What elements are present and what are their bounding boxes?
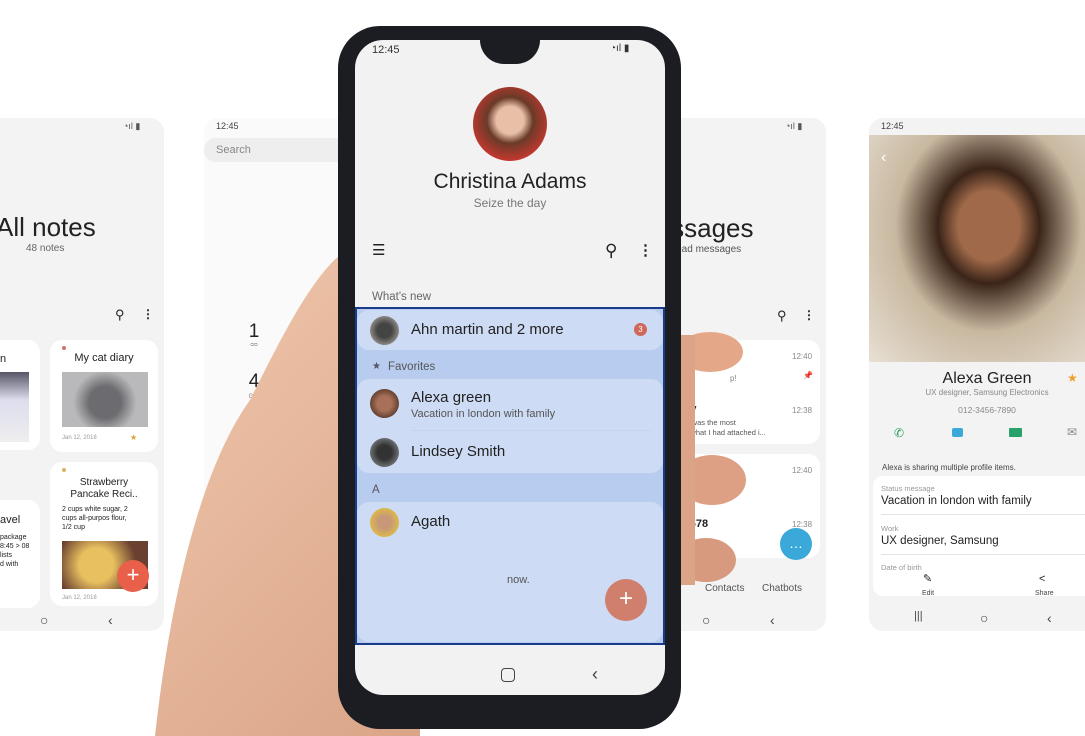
contact-name-lindsey-smith[interactable]: Lindsey Smith (411, 443, 505, 460)
more-icon[interactable]: ⋮ (638, 243, 653, 258)
status-icons: ◔ıl ▮ (610, 43, 630, 54)
contact-item-ahn-martin[interactable]: Ahn martin and 2 more 3 (357, 310, 663, 350)
unread-badge: 3 (634, 323, 647, 336)
avatar (370, 438, 399, 467)
back-button[interactable]: ‹ (592, 664, 598, 685)
contact-name-alexa-green[interactable]: Alexa green (411, 389, 491, 406)
profile-status: Seize the day (473, 196, 547, 210)
contact-status: Vacation in london with family (411, 408, 556, 420)
search-icon[interactable]: ⚲ (605, 242, 617, 259)
section-a: A (372, 484, 380, 496)
section-favorites: Favorites (388, 361, 436, 373)
divider (411, 430, 651, 431)
profile-name: Christina Adams (433, 170, 587, 193)
profile-avatar[interactable] (473, 87, 547, 161)
contact-name: Ahn martin and 2 more (411, 321, 564, 338)
home-button[interactable] (501, 668, 515, 682)
notch (480, 40, 540, 64)
status-time: 12:45 (372, 44, 400, 56)
group-avatar (370, 316, 399, 345)
contact-name[interactable]: Agath (411, 513, 450, 530)
menu-icon[interactable]: ☰ (372, 243, 385, 258)
add-contact-button[interactable]: + (605, 579, 647, 621)
avatar (370, 389, 399, 418)
section-whats-new: What's new (372, 291, 432, 303)
contact-status: now. (507, 574, 530, 586)
contacts-group-a: Agath now. (357, 502, 663, 642)
favorites-group: Alexa green Vacation in london with fami… (357, 379, 663, 473)
star-icon: ★ (372, 361, 381, 372)
main-screen: 12:45 ◔ıl ▮ Christina Adams Seize the da… (355, 40, 665, 695)
avatar (370, 508, 399, 537)
